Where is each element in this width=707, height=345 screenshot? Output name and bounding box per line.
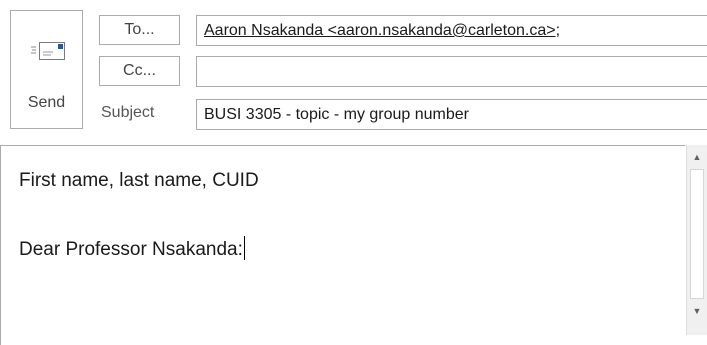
scroll-up-arrow-icon[interactable]: ▲	[687, 149, 707, 166]
cc-button[interactable]: Cc...	[99, 56, 180, 86]
send-label: Send	[27, 94, 66, 111]
cc-field[interactable]	[196, 56, 707, 87]
body-line-1: First name, last name, CUID	[19, 170, 259, 191]
subject-field[interactable]: BUSI 3305 - topic - my group number	[196, 99, 707, 130]
body-line-2-text: Dear Professor Nsakanda:	[19, 239, 243, 260]
scroll-down-arrow-icon[interactable]: ▼	[687, 303, 707, 320]
to-field[interactable]: Aaron Nsakanda <aaron.nsakanda@carleton.…	[196, 15, 707, 46]
to-button[interactable]: To...	[99, 15, 180, 45]
send-button[interactable]: Send	[10, 10, 83, 129]
subject-label: Subject	[101, 104, 155, 121]
send-envelope-icon	[31, 42, 65, 60]
body-line-2: Dear Professor Nsakanda:	[19, 236, 245, 261]
text-cursor	[243, 236, 245, 260]
message-body[interactable]: First name, last name, CUID Dear Profess…	[0, 145, 685, 345]
vertical-scrollbar[interactable]: ▲ ▼	[686, 145, 707, 335]
recipient-token[interactable]: Aaron Nsakanda <aaron.nsakanda@carleton.…	[204, 22, 560, 39]
scroll-track[interactable]	[690, 169, 704, 299]
